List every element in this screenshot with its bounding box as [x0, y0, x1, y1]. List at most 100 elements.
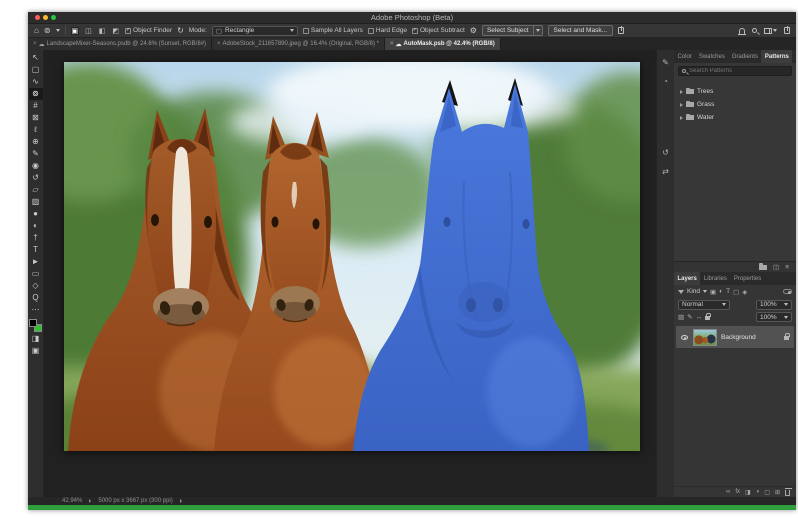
intersect-selection-mode-button[interactable]: ◩ — [111, 27, 120, 35]
sample-all-layers-checkbox[interactable]: Sample All Layers — [302, 27, 363, 34]
export-share-icon[interactable] — [784, 26, 790, 34]
delete-layer-icon[interactable] — [784, 488, 792, 496]
close-icon[interactable]: × — [217, 41, 221, 47]
spot-healing-brush-tool[interactable]: ⊕ — [29, 136, 43, 148]
chevron-down-icon[interactable] — [703, 290, 708, 293]
object-subtract-checkbox[interactable]: ✓ Object Subtract — [411, 27, 465, 34]
disclosure-triangle-icon[interactable] — [680, 102, 683, 107]
checkbox-checked[interactable]: ✓ — [411, 27, 418, 34]
tool-preset-icon[interactable]: ⊚ — [44, 26, 51, 36]
tab-patterns[interactable]: Patterns — [761, 50, 793, 63]
object-selection-tool[interactable]: ⊚ — [28, 88, 43, 100]
checkbox-checked[interactable]: ✓ — [125, 27, 132, 34]
search-input[interactable] — [689, 68, 779, 74]
pattern-folder-water[interactable]: Water — [674, 111, 796, 124]
hand-tool[interactable]: ◇ — [29, 280, 43, 292]
close-window-button[interactable] — [35, 15, 40, 20]
move-tool[interactable]: ↖ — [29, 52, 43, 64]
hard-edge-checkbox[interactable]: Hard Edge — [367, 27, 407, 34]
patterns-search-field[interactable] — [678, 66, 792, 76]
layer-thumbnail[interactable] — [693, 328, 717, 346]
brush-tool[interactable]: ✎ — [29, 148, 43, 160]
tab-properties[interactable]: Properties — [730, 272, 764, 285]
checkbox-unchecked[interactable] — [367, 27, 374, 34]
workspace-switcher[interactable] — [764, 27, 777, 34]
filter-funnel-icon[interactable] — [678, 289, 684, 294]
disclosure-triangle-icon[interactable] — [680, 89, 683, 94]
gear-icon[interactable]: ⚙ — [470, 26, 477, 36]
mode-dropdown[interactable]: ▢ Rectangle — [211, 25, 298, 36]
filter-type-layers-icon[interactable]: T — [726, 288, 730, 295]
object-finder-checkbox[interactable]: ✓ Object Finder — [125, 27, 172, 34]
blend-mode-dropdown[interactable]: Normal — [678, 299, 730, 310]
disclosure-triangle-icon[interactable] — [680, 115, 683, 120]
rectangular-marquee-tool[interactable]: ▢ — [29, 64, 43, 76]
eraser-tool[interactable]: ▱ — [29, 184, 43, 196]
search-icon[interactable] — [752, 28, 757, 33]
canvas-area[interactable] — [44, 50, 656, 497]
collapsed-panel-icon[interactable]: ↺ — [662, 148, 669, 157]
layer-effects-icon[interactable]: fx — [735, 489, 740, 495]
zoom-window-button[interactable] — [51, 15, 56, 20]
adjustment-layer-icon[interactable]: ◑ — [756, 489, 760, 495]
video-progress-bar[interactable] — [28, 505, 796, 510]
history-brush-tool[interactable]: ↺ — [29, 172, 43, 184]
checkbox-unchecked[interactable] — [302, 27, 309, 34]
rectangle-shape-tool[interactable]: ▭ — [29, 268, 43, 280]
path-selection-tool[interactable]: ► — [29, 256, 43, 268]
document-tab-active[interactable]: × ☁ AutoMask.psb @ 42.4% (RGB/8) — [384, 38, 501, 50]
zoom-tool[interactable]: Q — [29, 292, 43, 304]
tab-gradients[interactable]: Gradients — [728, 50, 761, 63]
subtract-from-selection-mode-button[interactable]: ◧ — [98, 27, 107, 35]
fill-dropdown[interactable]: 100% — [756, 312, 792, 322]
blur-tool[interactable]: ● — [29, 208, 43, 220]
type-tool[interactable]: T — [29, 244, 43, 256]
new-layer-icon[interactable]: ⊞ — [775, 489, 780, 496]
quick-mask-button[interactable]: ◨ — [29, 333, 43, 345]
document-tab[interactable]: × AdobeStock_211657890.jpeg @ 16.4% (Ori… — [212, 38, 385, 50]
status-options-chevron-icon[interactable] — [179, 499, 182, 503]
chevron-down-icon[interactable] — [55, 29, 60, 32]
filter-smart-objects-icon[interactable]: ◈ — [742, 288, 747, 296]
frame-tool[interactable]: ⊠ — [29, 112, 43, 124]
lock-position-icon[interactable]: ↔ — [696, 314, 703, 321]
collapsed-panel-icon[interactable]: ⇄ — [662, 167, 669, 176]
folder-icon[interactable] — [759, 263, 768, 270]
screen-mode-button[interactable]: ▣ — [29, 345, 43, 357]
select-subject-dropdown[interactable] — [532, 26, 542, 35]
adjustments-icon[interactable]: ◫ — [773, 263, 779, 271]
filter-pixel-layers-icon[interactable]: ▣ — [710, 288, 716, 296]
dodge-tool[interactable]: ◐ — [29, 220, 43, 232]
new-selection-mode-button[interactable]: ▣ — [70, 26, 80, 35]
filter-kind-label[interactable]: Kind — [687, 288, 700, 295]
home-icon[interactable]: ⌂ — [34, 26, 39, 36]
tab-layers[interactable]: Layers — [674, 272, 701, 285]
collapsed-panel-icon[interactable]: ✎ — [662, 58, 669, 67]
clone-stamp-tool[interactable]: ◉ — [29, 160, 43, 172]
tab-color[interactable]: Color — [674, 50, 695, 63]
pattern-folder-trees[interactable]: Trees — [674, 85, 796, 98]
select-and-mask-button[interactable]: Select and Mask... — [547, 25, 613, 36]
pattern-folder-grass[interactable]: Grass — [674, 98, 796, 111]
notifications-bell-icon[interactable] — [738, 27, 746, 35]
lasso-tool[interactable]: ∿ — [29, 76, 43, 88]
foreground-color-swatch[interactable] — [29, 319, 37, 327]
edit-toolbar-icon[interactable]: ⋯ — [29, 304, 43, 316]
canvas-image[interactable] — [44, 54, 656, 492]
crop-tool[interactable]: # — [29, 100, 43, 112]
lock-transparency-icon[interactable]: ▨ — [678, 313, 684, 321]
layer-visibility-toggle[interactable] — [679, 334, 689, 340]
link-layers-icon[interactable]: ∞ — [726, 489, 730, 495]
tab-libraries[interactable]: Libraries — [700, 272, 730, 285]
minimize-window-button[interactable] — [43, 15, 48, 20]
document-tab[interactable]: × ☁ LandscapeMixer-Seasons.psdb @ 24.6% … — [28, 38, 213, 50]
eyedropper-tool[interactable]: ℓ — [29, 124, 43, 136]
tab-swatches[interactable]: Swatches — [695, 50, 728, 63]
layer-row-background[interactable]: Background — [676, 326, 794, 348]
close-icon[interactable]: × — [33, 41, 37, 47]
layer-mask-icon[interactable]: ◨ — [745, 489, 751, 496]
new-group-icon[interactable]: ▢ — [764, 489, 770, 496]
collapsed-panel-icon[interactable]: ◔ — [663, 77, 668, 86]
gradient-tool[interactable]: ▨ — [29, 196, 43, 208]
add-to-selection-mode-button[interactable]: ◫ — [84, 27, 93, 35]
